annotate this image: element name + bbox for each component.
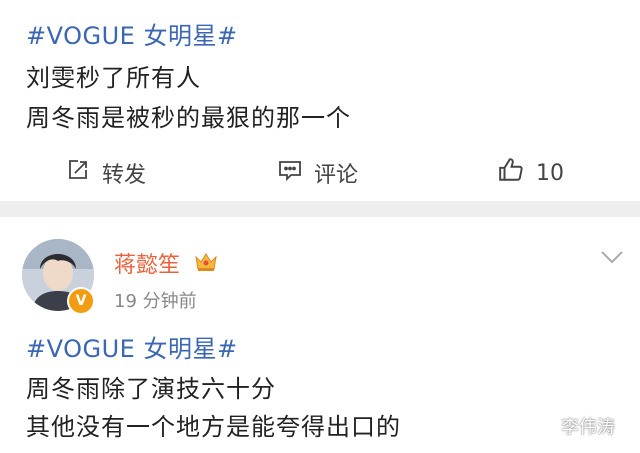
post-text-line: 其他没有一个地方是能夸得出口的 (26, 413, 401, 441)
repost-label: 转发 (102, 163, 147, 188)
repost-icon (66, 158, 102, 188)
weibo-post-2: V 蒋懿笙 19 分钟前 #VOGUE 女明星# 周冬雨除了演技六十分 其他没有… (0, 217, 640, 453)
post-text-line: 周冬雨除了演技六十分 (26, 375, 276, 403)
crown-icon (193, 249, 219, 277)
post-text-line: 刘雯秒了所有人 (26, 64, 201, 92)
post-text-line: 周冬雨是被秒的最狠的那一个 (26, 104, 351, 132)
weibo-post-1: #VOGUE 女明星# 刘雯秒了所有人 周冬雨是被秒的最狠的那一个 转发 评论 … (0, 0, 640, 200)
comment-label: 评论 (314, 163, 359, 188)
like-icon (498, 157, 536, 189)
watermark: 李伟涛 (561, 417, 615, 438)
username-link[interactable]: 蒋懿笙 (114, 247, 180, 279)
post-action-bar: 转发 评论 10 (0, 150, 640, 196)
chevron-down-icon[interactable] (600, 249, 624, 269)
like-button[interactable]: 10 (498, 150, 564, 196)
comment-icon (278, 158, 314, 188)
verified-badge: V (67, 287, 95, 315)
post-timestamp: 19 分钟前 (114, 291, 197, 312)
comment-button[interactable]: 评论 (278, 150, 358, 196)
like-count: 10 (536, 160, 564, 186)
repost-button[interactable]: 转发 (66, 150, 146, 196)
hashtag-link[interactable]: #VOGUE 女明星# (26, 16, 238, 51)
hashtag-link[interactable]: #VOGUE 女明星# (26, 329, 238, 364)
post-divider (0, 201, 640, 217)
